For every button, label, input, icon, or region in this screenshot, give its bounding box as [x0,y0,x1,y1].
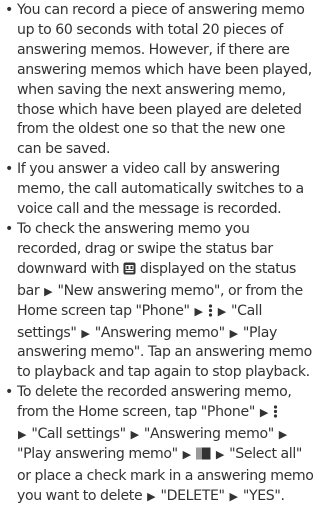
text-line: you want to delete ▶ "DELETE" ▶ "YES". [17,487,334,507]
text-segment: "New answering memo", or from the [57,282,303,299]
text-line: from the oldest one so that the new one [17,121,286,138]
text-line: or place a check mark in a answering mem… [17,467,314,484]
text-line: answering memo". Tap an answering memo [17,344,312,361]
text-segment: Home screen tap "Phone" [17,302,190,319]
text-line: If you answer a video call by answering [17,161,280,178]
text-segment: from the Home screen, tap "Phone" [17,404,255,421]
arrow-right-icon: ▶ [194,304,204,318]
arrow-right-icon: ▶ [81,326,90,340]
text-line: Home screen tap "Phone" ▶ ▶ "Call [17,302,334,324]
text-segment: settings" [17,324,77,341]
text-line: from the Home screen, tap "Phone" ▶ [17,403,334,425]
text-line: to playback and tap again to stop playba… [17,364,310,381]
text-segment: "YES". [242,487,285,504]
text-line: when saving the next answering memo, [17,81,286,98]
bullet-marker: • [5,161,13,178]
text-line: answering memos which have been played, [17,61,312,78]
text-segment: downward with [17,260,120,277]
answering-memo-status-icon [123,262,136,282]
arrow-right-icon: ▶ [215,447,225,461]
text-segment: "Call [231,302,263,319]
document-page: • You can record a piece of answering me… [0,0,336,504]
text-line: settings" ▶ "Answering memo" ▶ "Play [17,324,334,344]
bullet-marker: • [5,384,13,401]
arrow-right-icon: ▶ [44,284,53,298]
text-segment: "Answering memo" [94,324,225,341]
text-line: bar ▶ "New answering memo", or from the [17,282,334,302]
text-segment: displayed on the status [139,260,297,277]
text-segment: "Play [242,324,277,341]
text-line: To delete the recorded answering memo, [17,384,292,401]
text-segment: "Answering memo" [143,426,274,443]
arrow-right-icon: ▶ [229,326,239,340]
text-line: downward with displayed on the status [17,260,334,282]
arrow-right-icon: ▶ [278,428,288,442]
arrow-right-icon: ▶ [259,406,269,420]
bullet-marker: • [5,2,13,18]
text-segment: "DELETE" [160,487,225,504]
text-line: recorded, drag or swipe the status bar [17,240,273,257]
menu-kebab-icon [273,405,278,425]
bullet-marker: • [5,220,13,237]
bullet-item-check-memo: • To check the answering memo you record… [4,220,334,383]
text-line: voice call and the message is recorded. [17,201,282,218]
arrow-right-icon: ▶ [130,428,140,442]
text-line: memo, the call automatically switches to… [17,181,304,198]
bullet-item-storage-limit: • You can record a piece of answering me… [4,1,334,160]
arrow-right-icon: ▶ [18,428,27,442]
arrow-right-icon: ▶ [217,304,227,318]
text-line: up to 60 seconds with total 20 pieces of [17,21,283,38]
text-line: ▶ "Call settings" ▶ "Answering memo" ▶ [17,425,334,445]
menu-kebab-icon [208,303,213,324]
text-segment: bar [17,282,40,299]
text-segment: "Call settings" [31,426,126,443]
arrow-right-icon: ▶ [182,447,192,461]
text-segment: "Select all" [229,445,303,462]
text-segment: "Play answering memo" [17,445,178,462]
action-menu-icon [195,447,211,467]
text-line: can be saved. [17,141,111,158]
bullet-item-video-call: • If you answer a video call by answerin… [4,160,334,220]
text-line: You can record a piece of answering memo [17,2,305,18]
text-line: those which have been played are deleted [17,101,302,118]
bullet-item-delete-memo: • To delete the recorded answering memo,… [4,383,334,506]
text-line: To check the answering memo you [17,220,250,237]
text-line: "Play answering memo" ▶ ▶ "Select all" [17,445,334,467]
text-line: answering memos. However, if there are [17,41,290,58]
text-segment: you want to delete [17,487,143,504]
notes-bullet-list: • You can record a piece of answering me… [4,1,334,507]
